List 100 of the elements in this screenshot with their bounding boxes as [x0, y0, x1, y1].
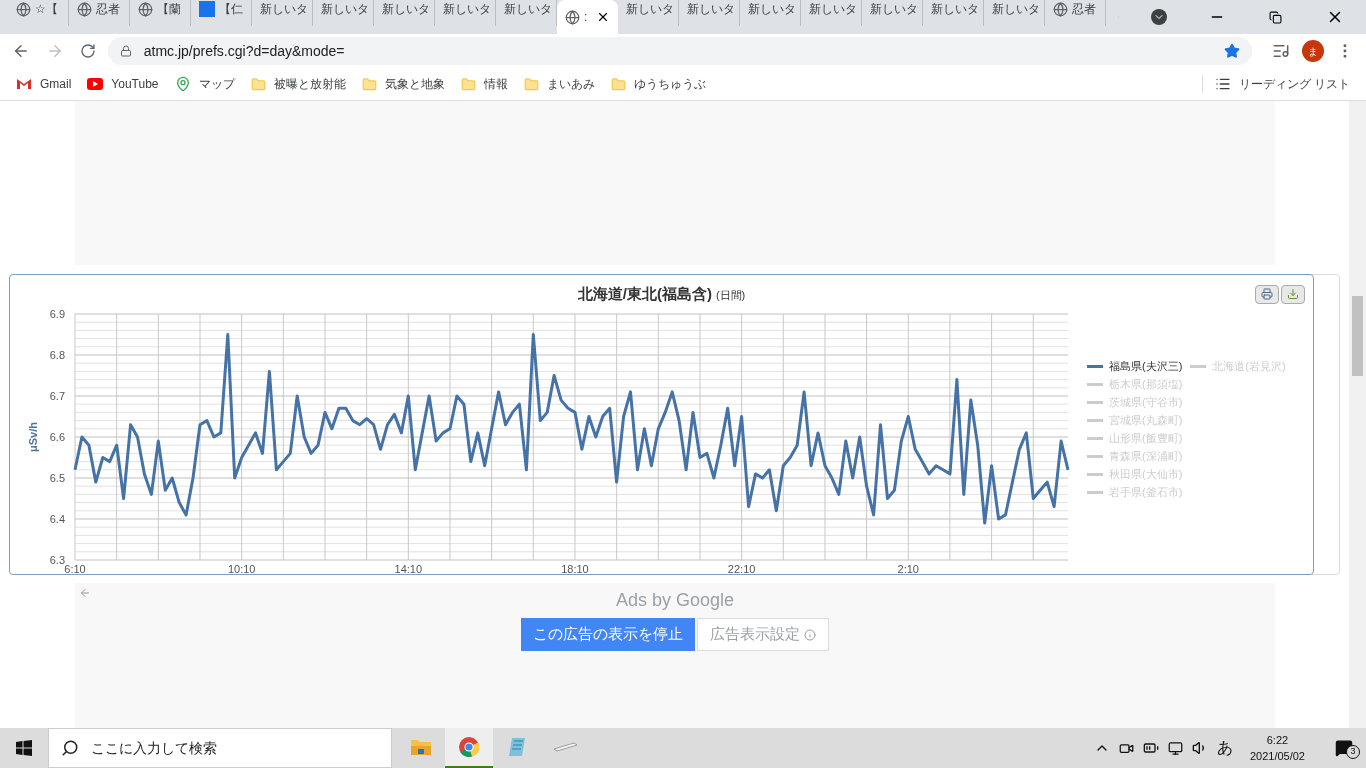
print-icon [1261, 288, 1273, 301]
globe-icon [1053, 1, 1068, 17]
tab-title: 新しいタ [260, 1, 308, 18]
bookmark-item[interactable]: 気象と地象 [361, 75, 445, 93]
usb-device-icon [552, 742, 578, 752]
site-logo-icon [199, 1, 215, 17]
x-axis-label: 2:10 [897, 563, 919, 574]
url-text: atmc.jp/prefs.cgi?d=day&mode= [143, 41, 345, 61]
x-axis-label: 14:10 [394, 563, 423, 574]
y-axis-label: 6.3 [49, 554, 65, 566]
y-axis-label: 6.8 [49, 349, 65, 361]
profile-avatar[interactable]: ま [1302, 40, 1325, 62]
taskbar-app[interactable] [445, 728, 493, 768]
folder-icon [460, 76, 476, 92]
folder-icon [610, 76, 626, 92]
scrollbar[interactable] [1349, 101, 1366, 728]
y-axis-label: 6.5 [49, 472, 65, 484]
windows-logo-icon[interactable] [16, 740, 32, 756]
tab-title: 忍者 [96, 1, 120, 18]
browser-tab[interactable]: 新しいタ [801, 0, 862, 26]
search-icon [61, 739, 79, 757]
clock[interactable]: 6:22 2021/05/02 [1241, 732, 1313, 764]
browser-tab[interactable]: 新しいタ [923, 0, 984, 26]
bookmark-item[interactable]: 情報 [460, 75, 508, 93]
tab-title: 新しいタ [687, 1, 735, 18]
browser-tab[interactable]: 新しいタ [252, 0, 313, 26]
folder-icon [361, 76, 377, 92]
browser-tab[interactable]: 新しいタ [740, 0, 801, 26]
browser-tab[interactable]: 【蘭 [130, 0, 191, 26]
browser-tab[interactable]: 新しいタ [374, 0, 435, 26]
bookmark-item[interactable]: マップ [174, 75, 235, 93]
back-icon[interactable] [12, 42, 30, 60]
ads-attribution: Ads by Google [615, 589, 735, 612]
close-icon[interactable] [596, 10, 610, 24]
reload-icon[interactable] [79, 43, 96, 59]
y-axis-title: μSv/h [27, 422, 39, 452]
download-icon [1287, 288, 1299, 301]
play-icon [87, 78, 104, 90]
bookmark-item[interactable]: まいあみ [523, 75, 595, 93]
legend-item[interactable]: 福島県(夫沢三) [1087, 358, 1183, 374]
stop-ad-button[interactable]: この広告の表示を停止 [521, 618, 695, 651]
notification-badge: 3 [1346, 745, 1360, 759]
notepad-icon [506, 736, 528, 758]
address-bar[interactable]: atmc.jp/prefs.cgi?d=day&mode= [107, 37, 1253, 65]
bookmark-star-icon[interactable] [1224, 43, 1241, 59]
tab-search-icon[interactable] [1151, 9, 1167, 25]
tab-title: 新しいタ [504, 1, 552, 18]
chart-subtitle: (日間) [715, 288, 746, 303]
tab-title: 新しいタ [748, 1, 796, 18]
print-button[interactable] [1255, 284, 1279, 304]
globe-icon [138, 1, 153, 17]
x-axis-label: 6:10 [64, 563, 86, 574]
globe-icon [77, 1, 92, 17]
folder-icon [523, 76, 539, 92]
browser-tab[interactable]: 新しいタ [984, 0, 1045, 26]
tab-title: 新しいタ [321, 1, 369, 18]
browser-tab[interactable]: 新しいタ [313, 0, 374, 26]
y-axis-label: 6.9 [49, 308, 65, 320]
download-button[interactable] [1281, 284, 1305, 304]
tab-title: 新しいタ [931, 1, 979, 18]
browser-tab[interactable]: 新しいタ [435, 0, 496, 26]
tab-title: 新しいタ [870, 1, 918, 18]
tab-title: 忍者 [1072, 1, 1096, 18]
list-icon [1214, 76, 1231, 92]
lock-icon [119, 45, 132, 57]
tab-title: 新しいタ [809, 1, 857, 18]
folder-icon [410, 738, 432, 756]
chart-title: 北海道/東北(福島含) [577, 284, 712, 304]
bookmark-item[interactable]: 被曝と放射能 [250, 75, 346, 93]
y-axis-label: 6.4 [49, 513, 65, 525]
network-icon[interactable] [1167, 740, 1183, 756]
reading-list-button[interactable]: リーディング リスト [1201, 75, 1350, 93]
tab-title: ☆【 [35, 1, 58, 18]
x-axis-label: 10:10 [227, 563, 256, 574]
ime-indicator[interactable]: あ [1216, 736, 1233, 760]
tab-title: 新しいタ [443, 1, 491, 18]
folder-icon [250, 76, 266, 92]
browser-tab[interactable]: 忍者 [1045, 0, 1106, 26]
bookmark-item[interactable]: ゆうちゅうぶ [610, 75, 706, 93]
browser-tab[interactable]: 新しいタ [618, 0, 679, 26]
battery-icon[interactable] [1142, 740, 1159, 756]
tab-title: 【蘭 [157, 1, 181, 18]
tab-title: : [584, 9, 588, 26]
browser-tab[interactable]: ☆【 [8, 0, 69, 26]
y-axis-label: 6.7 [49, 390, 65, 402]
browser-tab[interactable]: 新しいタ [862, 0, 923, 26]
info-icon [804, 628, 816, 641]
bookmark-item[interactable]: YouTube [87, 75, 159, 93]
browser-tab[interactable]: : [557, 0, 618, 34]
restore-icon[interactable] [1269, 10, 1282, 24]
media-icon[interactable] [1272, 42, 1291, 60]
tab-title: 【仁 [219, 1, 243, 18]
x-axis-label: 22:10 [727, 563, 756, 574]
globe-icon [16, 1, 31, 17]
globe-icon [565, 9, 580, 25]
browser-tab[interactable]: 忍者 [69, 0, 130, 26]
bookmark-item[interactable]: Gmail [16, 75, 72, 93]
browser-tab[interactable]: 【仁 [191, 0, 252, 26]
taskbar-search-field[interactable]: ここに入力して検索 [48, 728, 392, 768]
browser-tab[interactable]: 新しいタ [679, 0, 740, 26]
